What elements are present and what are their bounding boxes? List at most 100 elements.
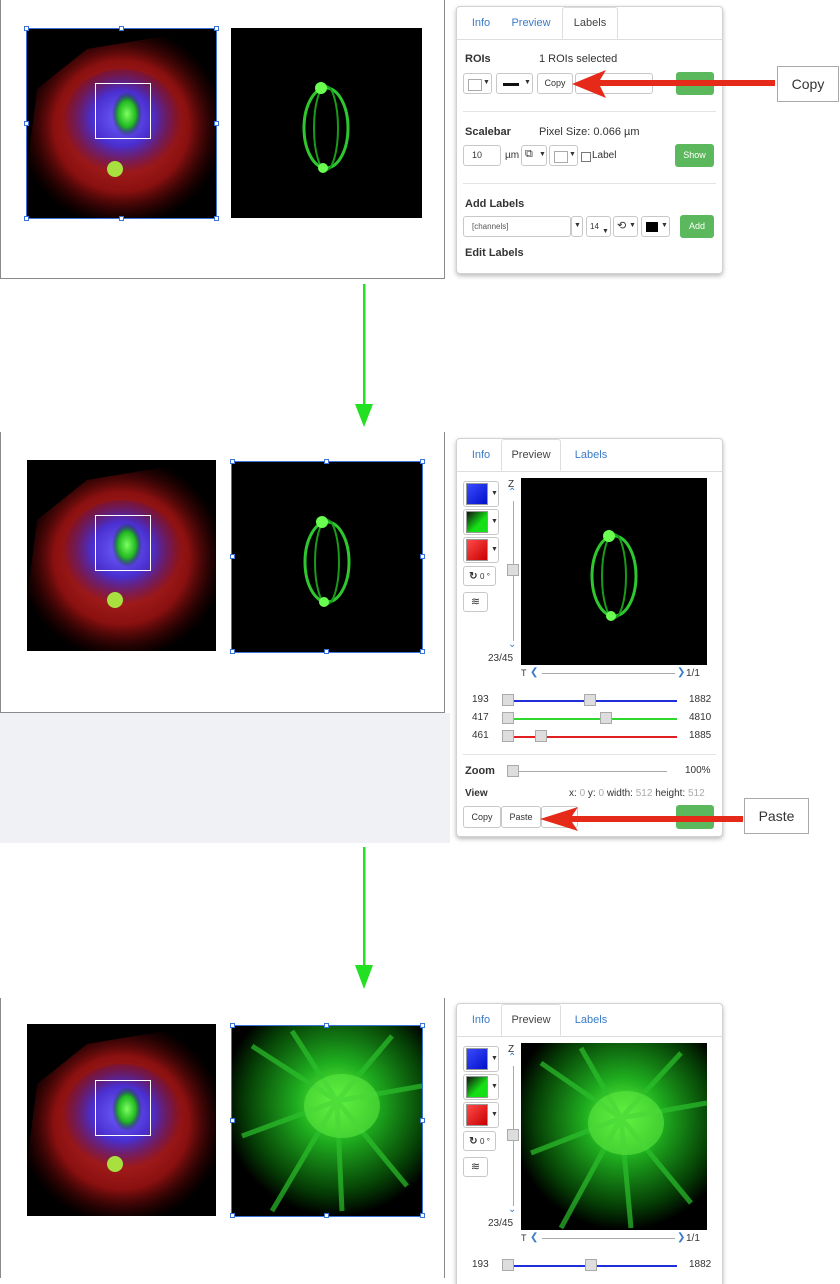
label-checkbox[interactable] [581, 152, 591, 162]
tab-preview[interactable]: Preview [501, 439, 561, 471]
t-slider-track[interactable] [542, 673, 675, 674]
merged-cell-image[interactable] [26, 28, 217, 219]
channel-red-toggle[interactable]: ▼ [463, 1102, 499, 1128]
roi-rectangle[interactable] [95, 1080, 151, 1136]
resize-handle[interactable] [324, 649, 329, 654]
tab-info[interactable]: Info [461, 7, 501, 39]
tab-labels[interactable]: Labels [563, 439, 619, 471]
z-up-chevron-icon[interactable]: ⌃ [508, 487, 516, 498]
scalebar-length-input[interactable]: 10 [463, 145, 501, 166]
channel-slider-track[interactable] [502, 718, 677, 720]
layers-button[interactable]: ≋ [463, 1157, 488, 1177]
scalebar-position-dropdown[interactable]: ⧉ ▼ [521, 145, 547, 166]
copy-rois-button[interactable]: Copy [537, 73, 573, 94]
tab-info[interactable]: Info [461, 439, 501, 471]
channel-green-toggle[interactable]: ▼ [463, 1074, 499, 1100]
t-right-chevron-icon[interactable]: ❯ [677, 1232, 685, 1243]
roi-color-dropdown[interactable]: ▼ [463, 73, 492, 94]
zoom-slider-track[interactable] [513, 771, 667, 772]
tab-info[interactable]: Info [461, 1004, 501, 1036]
roi-rectangle[interactable] [95, 515, 151, 571]
scalebar-color-dropdown[interactable]: ▼ [549, 145, 578, 166]
resize-handle[interactable] [214, 216, 219, 221]
channel-slider-max-knob[interactable] [585, 1259, 597, 1271]
t-left-chevron-icon[interactable]: ❮ [530, 667, 538, 678]
tab-preview[interactable]: Preview [503, 7, 559, 39]
tab-preview[interactable]: Preview [501, 1004, 561, 1036]
chevron-down-icon: ▼ [491, 1083, 498, 1090]
blue-swatch [466, 1048, 488, 1070]
resize-handle[interactable] [119, 216, 124, 221]
label-text-dropdown[interactable]: ▼ [571, 216, 583, 237]
view-coordinates: x: 0 y: 0 width: 512 height: 512 [569, 788, 705, 799]
font-size-dropdown[interactable]: 14 ▼ [586, 216, 611, 237]
z-slider-knob[interactable] [507, 564, 519, 576]
z-slider-knob[interactable] [507, 1129, 519, 1141]
preview-image[interactable] [521, 478, 707, 665]
tab-labels[interactable]: Labels [562, 7, 618, 39]
z-down-chevron-icon[interactable]: ⌄ [508, 639, 516, 650]
label-text-input[interactable]: [channels] [463, 216, 571, 237]
channel-blue-toggle[interactable]: ▼ [463, 481, 499, 507]
t-slider-track[interactable] [542, 1238, 675, 1239]
zoomed-green-image[interactable] [231, 1025, 423, 1217]
resize-handle[interactable] [324, 1023, 329, 1028]
resize-handle[interactable] [230, 1118, 235, 1123]
channel-green-toggle[interactable]: ▼ [463, 509, 499, 535]
zoom-slider-knob[interactable] [507, 765, 519, 777]
channel-red-toggle[interactable]: ▼ [463, 537, 499, 563]
resize-handle[interactable] [230, 1023, 235, 1028]
resize-handle[interactable] [230, 554, 235, 559]
resize-handle[interactable] [420, 1118, 425, 1123]
chevron-down-icon: ▼ [602, 228, 609, 235]
position-icon: ⟲ [617, 220, 627, 232]
roi-rectangle[interactable] [95, 83, 151, 139]
rotate-button[interactable]: ↻ 0 ° [463, 566, 496, 586]
z-down-chevron-icon[interactable]: ⌄ [508, 1204, 516, 1215]
resize-handle[interactable] [420, 1023, 425, 1028]
t-left-chevron-icon[interactable]: ❮ [530, 1232, 538, 1243]
layers-button[interactable]: ≋ [463, 592, 488, 612]
channel-slider-min-knob[interactable] [502, 712, 514, 724]
resize-handle[interactable] [24, 121, 29, 126]
resize-handle[interactable] [119, 26, 124, 31]
t-right-chevron-icon[interactable]: ❯ [677, 667, 685, 678]
merged-cell-image[interactable] [27, 460, 216, 651]
resize-handle[interactable] [324, 1213, 329, 1218]
resize-handle[interactable] [420, 459, 425, 464]
green-channel-image[interactable] [231, 28, 422, 218]
channel-min: 193 [472, 1259, 489, 1270]
resize-handle[interactable] [214, 26, 219, 31]
resize-handle[interactable] [324, 459, 329, 464]
resize-handle[interactable] [214, 121, 219, 126]
resize-handle[interactable] [230, 649, 235, 654]
tab-labels[interactable]: Labels [563, 1004, 619, 1036]
resize-handle[interactable] [420, 649, 425, 654]
label-color-dropdown[interactable]: ▼ [641, 216, 670, 237]
resize-handle[interactable] [24, 216, 29, 221]
green-channel-image[interactable] [231, 461, 423, 653]
channel-slider-max-knob[interactable] [583, 694, 596, 706]
rotate-button[interactable]: ↻ 0 ° [463, 1131, 496, 1151]
resize-handle[interactable] [230, 459, 235, 464]
resize-handle[interactable] [24, 26, 29, 31]
channel-slider-min-knob[interactable] [502, 730, 514, 742]
copy-view-button[interactable]: Copy [463, 806, 501, 828]
channel-slider-max-knob[interactable] [534, 730, 547, 742]
resize-handle[interactable] [230, 1213, 235, 1218]
resize-handle[interactable] [420, 554, 425, 559]
channel-slider-min-knob[interactable] [502, 1259, 514, 1271]
paste-view-button[interactable]: Paste [501, 806, 541, 828]
merged-cell-image[interactable] [27, 1024, 216, 1216]
channel-slider-track[interactable] [502, 736, 677, 738]
channel-blue-toggle[interactable]: ▼ [463, 1046, 499, 1072]
channel-slider-min-knob[interactable] [502, 694, 514, 706]
z-up-chevron-icon[interactable]: ⌃ [508, 1052, 516, 1063]
line-style-dropdown[interactable]: ▼ [496, 73, 533, 94]
resize-handle[interactable] [420, 1213, 425, 1218]
label-position-dropdown[interactable]: ⟲ ▼ [613, 216, 638, 237]
preview-image[interactable] [521, 1043, 707, 1230]
channel-slider-max-knob[interactable] [599, 712, 612, 724]
add-label-button[interactable]: Add [680, 215, 714, 238]
show-scalebar-button[interactable]: Show [675, 144, 714, 167]
